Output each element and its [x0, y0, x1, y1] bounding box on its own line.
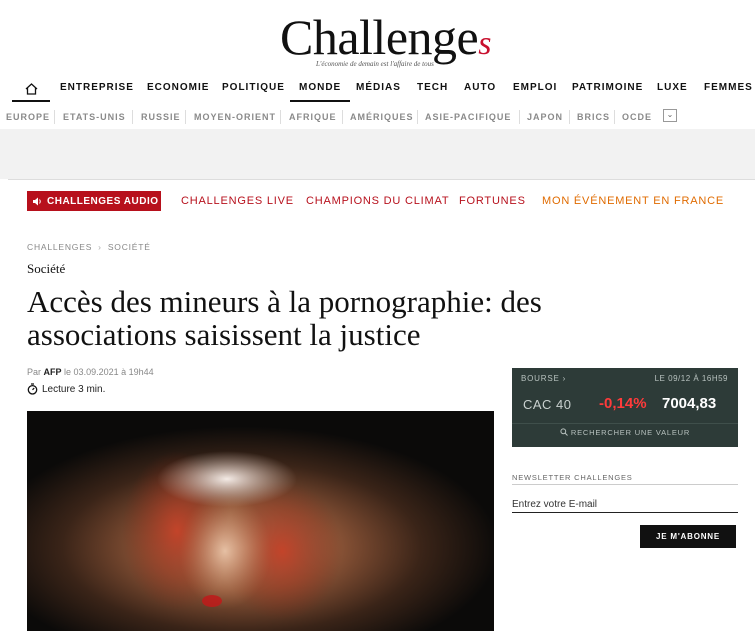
speaker-icon [33, 197, 41, 205]
nav-auto[interactable]: AUTO [464, 78, 496, 102]
challenges-live-link[interactable]: CHALLENGES LIVE [181, 195, 294, 207]
article-image [27, 411, 494, 631]
bourse-widget: BOURSE › LE 09/12 À 16H59 CAC 40 -0,14% … [512, 368, 738, 447]
subnav-ocde[interactable]: OCDE [622, 112, 652, 122]
subnav-brics[interactable]: BRICS [577, 112, 610, 122]
site-tagline: L'économie de demain est l'affaire de to… [316, 60, 434, 68]
chevron-down-icon: ⌄ [666, 110, 674, 119]
ad-band [0, 129, 755, 179]
subnav-afrique[interactable]: AFRIQUE [289, 112, 337, 122]
divider [54, 110, 55, 124]
home-button[interactable] [12, 78, 50, 102]
search-value-button[interactable]: RECHERCHER UNE VALEUR [512, 428, 738, 437]
subnav-asie-pacifique[interactable]: ASIE-PACIFIQUE [425, 112, 511, 122]
subnav-ameriques[interactable]: AMÉRIQUES [350, 112, 414, 122]
email-field[interactable] [512, 496, 738, 513]
audio-label: CHALLENGES AUDIO [47, 195, 159, 207]
newsletter-label: NEWSLETTER CHALLENGES [512, 473, 633, 482]
breadcrumb: CHALLENGES › SOCIÉTÉ [27, 242, 151, 252]
breadcrumb-societe[interactable]: SOCIÉTÉ [108, 242, 151, 252]
article-byline: Par AFP le 03.09.2021 à 19h44 [27, 367, 154, 377]
index-value: 7004,83 [662, 395, 717, 412]
nav-luxe[interactable]: LUXE [657, 78, 688, 102]
byline-author[interactable]: AFP [44, 367, 62, 377]
breadcrumb-home[interactable]: CHALLENGES [27, 242, 92, 252]
subscribe-button[interactable]: JE M'ABONNE [640, 525, 736, 548]
more-regions-button[interactable]: ⌄ [663, 109, 677, 122]
article-rubric[interactable]: Société [27, 261, 65, 277]
divider [512, 484, 738, 485]
chevron-right-icon: › [98, 242, 102, 252]
reading-time-label: Lecture 3 min. [42, 383, 106, 395]
timer-icon [27, 383, 38, 395]
divider [614, 110, 615, 124]
fortunes-link[interactable]: FORTUNES [459, 195, 526, 207]
article-photo [27, 411, 494, 631]
divider [342, 110, 343, 124]
nav-monde[interactable]: MONDE [290, 78, 351, 102]
divider [569, 110, 570, 124]
search-icon [560, 428, 568, 436]
byline-prefix: Par [27, 367, 42, 377]
bourse-link[interactable]: BOURSE › [521, 374, 566, 383]
champions-climat-link[interactable]: CHAMPIONS DU CLIMAT [306, 195, 449, 207]
nav-politique[interactable]: POLITIQUE [222, 78, 285, 102]
primary-nav: ENTREPRISE ECONOMIE POLITIQUE MONDE MÉDI… [0, 78, 755, 102]
mon-evenement-link[interactable]: MON ÉVÉNEMENT EN FRANCE [542, 195, 724, 207]
nav-economie[interactable]: ECONOMIE [147, 78, 209, 102]
subnav-moyen-orient[interactable]: MOYEN-ORIENT [194, 112, 276, 122]
divider [512, 423, 738, 424]
nav-emploi[interactable]: EMPLOI [513, 78, 557, 102]
divider [280, 110, 281, 124]
search-value-label: RECHERCHER UNE VALEUR [570, 428, 691, 437]
nav-patrimoine[interactable]: PATRIMOINE [572, 78, 643, 102]
divider [417, 110, 418, 124]
subnav-etats-unis[interactable]: ETATS-UNIS [63, 112, 126, 122]
index-name[interactable]: CAC 40 [523, 397, 572, 412]
subnav-japon[interactable]: JAPON [527, 112, 563, 122]
bourse-date: LE 09/12 À 16H59 [654, 374, 728, 383]
subnav-europe[interactable]: EUROPE [6, 112, 50, 122]
secondary-nav: EUROPE ETATS-UNIS RUSSIE MOYEN-ORIENT AF… [0, 104, 755, 130]
nav-medias[interactable]: MÉDIAS [356, 78, 401, 102]
nav-entreprise[interactable]: ENTREPRISE [60, 78, 134, 102]
article-title: Accès des mineurs à la pornographie: des… [27, 284, 542, 352]
byline-date: le 03.09.2021 à 19h44 [64, 367, 154, 377]
nav-femmes[interactable]: FEMMES [704, 78, 753, 102]
divider [132, 110, 133, 124]
nav-tech[interactable]: TECH [417, 78, 448, 102]
reading-time: Lecture 3 min. [27, 383, 105, 395]
divider [519, 110, 520, 124]
subnav-russie[interactable]: RUSSIE [141, 112, 181, 122]
divider [185, 110, 186, 124]
index-change: -0,14% [599, 395, 647, 412]
challenges-audio-button[interactable]: CHALLENGES AUDIO [27, 191, 161, 211]
home-icon [25, 83, 37, 95]
